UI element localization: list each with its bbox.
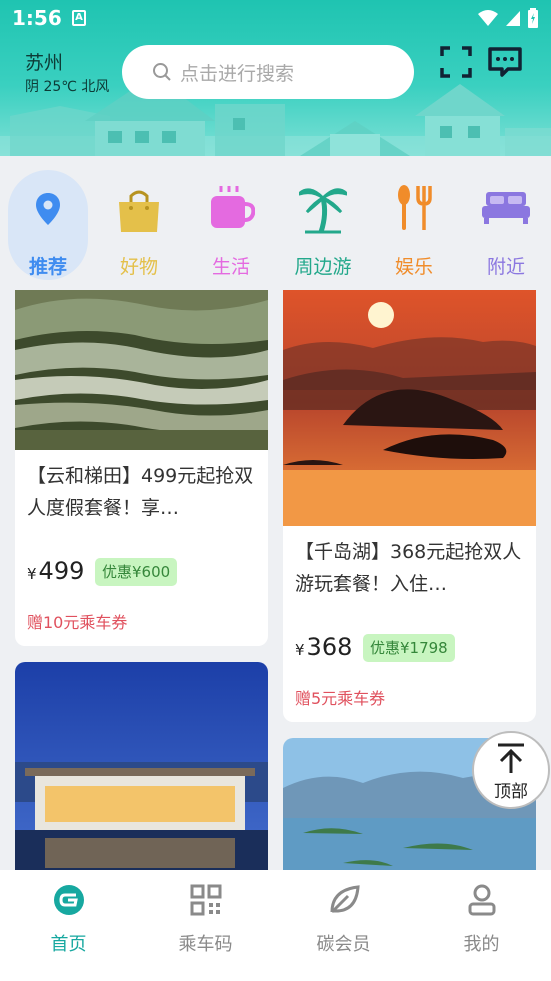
coffee-cup-icon [211,186,255,228]
search-placeholder: 点击进行搜索 [180,62,295,85]
tab-label: 首页 [50,934,87,955]
gift-text: 赠10元乘车券 [27,613,128,632]
battery-icon [528,8,538,28]
location-pin-icon [36,193,60,225]
bed-icon [482,192,530,224]
tab-label: 碳会员 [316,934,371,955]
category-nearby[interactable]: 附近 [466,170,546,280]
leaf-icon [330,885,360,914]
product-feed: 【云和梯田】499元起抢双人度假套餐！享… ¥499 优惠¥600 赠10元乘车… [0,290,551,870]
product-card[interactable]: 【千岛湖】368元起抢双人游玩套餐！入住… ¥368 优惠¥1798 赠5元乘车… [283,290,536,722]
category-label: 生活 [211,256,250,278]
header: 1:56 A 苏州 阴 25℃ 北风 点击进行搜索 [0,0,551,156]
search-icon [153,63,171,81]
tab-ride-code[interactable]: 乘车码 [137,870,274,981]
category-recommend[interactable]: 推荐 [8,170,88,280]
category-nearby-travel[interactable]: 周边游 [283,170,363,280]
arrow-up-icon [498,743,524,773]
message-icon[interactable] [488,46,522,78]
tab-carbon-member[interactable]: 碳会员 [275,870,412,981]
lake-sunset-image [283,290,536,526]
product-price: ¥368 [295,633,352,661]
bottom-nav: 首页 乘车码 碳会员 我的 [0,870,551,981]
category-life[interactable]: 生活 [191,170,271,280]
category-entertainment[interactable]: 娱乐 [374,170,454,280]
product-price: ¥499 [27,557,84,585]
category-label: 周边游 [294,256,352,278]
category-goods[interactable]: 好物 [99,170,179,280]
category-label: 附近 [486,256,525,278]
wifi-icon [478,10,498,26]
rice-terrace-image [15,290,268,450]
search-bar[interactable]: 点击进行搜索 [122,45,414,99]
gift-text: 赠5元乘车券 [295,689,386,708]
scan-icon[interactable] [440,46,472,78]
palm-tree-icon [299,188,347,234]
status-time: 1:56 [12,6,62,30]
discount-badge: 优惠¥600 [95,558,178,586]
category-label: 娱乐 [394,256,433,278]
city-label[interactable]: 苏州 [25,48,63,75]
product-title: 【千岛湖】368元起抢双人游玩套餐！入住… [295,541,522,595]
tab-label: 我的 [463,934,500,955]
category-label: 推荐 [28,256,67,278]
tab-label: 乘车码 [178,934,233,955]
fork-spoon-icon [398,185,432,230]
category-label: 好物 [119,256,158,278]
back-to-top-button[interactable]: 顶部 [472,731,550,809]
tab-home[interactable]: 首页 [0,870,137,981]
status-bar: 1:56 A [0,0,551,38]
signal-icon [506,11,520,26]
price-value: 368 [306,633,353,661]
product-title: 【云和梯田】499元起抢双人度假套餐！享… [27,465,254,519]
price-value: 499 [38,557,85,585]
qr-code-icon [190,884,221,916]
category-bar: 推荐 好物 生活 周边游 娱乐 附近 [0,156,551,290]
discount-badge: 优惠¥1798 [363,634,455,662]
tab-profile[interactable]: 我的 [413,870,550,981]
currency-symbol: ¥ [295,641,305,659]
product-card[interactable] [15,662,268,870]
back-to-top-label: 顶部 [494,782,528,802]
currency-symbol: ¥ [27,565,37,583]
hotel-night-image [15,662,268,870]
home-logo-icon [53,885,84,915]
weather-label: 阴 25℃ 北风 [25,79,110,95]
product-card[interactable]: 【云和梯田】499元起抢双人度假套餐！享… ¥499 优惠¥600 赠10元乘车… [15,290,268,646]
user-icon [468,884,495,916]
shopping-bag-icon [119,190,159,232]
notification-a-icon: A [72,10,86,26]
